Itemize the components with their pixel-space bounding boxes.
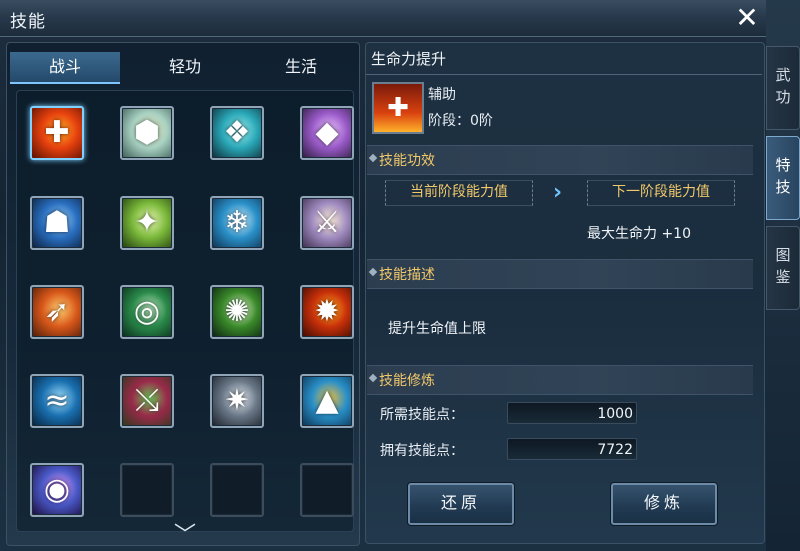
skill-slot[interactable]: ❖ xyxy=(210,106,264,160)
skill-window: 技能 ✕ 战斗 轻功 生活 ✚ ⬢ ❖ ◆ ☗ ✦ ❄ ⚔ ➶ ◎ ✺ ✹ ≈ ⤯ ✷ ▲ ◉ ﹀ 生命力提升 … xyxy=(0,0,800,551)
skill-slot[interactable]: ❄ xyxy=(210,196,264,250)
required-points-label: 所需技能点： xyxy=(380,407,464,423)
skill-slot[interactable]: ✷ xyxy=(210,374,264,428)
skill-slot[interactable]: ☗ xyxy=(30,196,84,250)
side-tab-char: 特 xyxy=(775,156,791,174)
skill-slot[interactable]: ✺ xyxy=(210,285,264,339)
skill-slot[interactable]: ◉ xyxy=(30,463,84,517)
tab-life[interactable]: 生活 xyxy=(246,52,356,82)
empty-skill-slot[interactable] xyxy=(210,463,264,517)
reset-button[interactable]: 还原 xyxy=(408,483,514,525)
section-training-header: 技能修炼 xyxy=(367,365,753,395)
diamond-icon xyxy=(368,373,378,383)
side-tab-char: 鉴 xyxy=(775,268,791,286)
tab-lightness[interactable]: 轻功 xyxy=(130,52,240,82)
owned-points-value: 7722 xyxy=(507,438,637,460)
golden-mountain-icon: ▲ xyxy=(315,383,339,418)
section-label: 技能描述 xyxy=(379,267,435,283)
category-tabs: 战斗 轻功 生活 xyxy=(10,52,356,84)
vitality-boost-icon: ✚ xyxy=(44,115,70,150)
ice-wing-icon: ❄ xyxy=(224,205,250,240)
stone-strike-icon: ✷ xyxy=(224,383,250,418)
window-title: 技能 xyxy=(10,12,46,32)
skill-type: 辅助 xyxy=(428,87,456,103)
skill-slot[interactable]: ✚ xyxy=(30,106,84,160)
side-tab-char: 武 xyxy=(775,66,791,84)
next-stage-label: 下一阶段能力值 xyxy=(587,180,735,206)
side-tab-special-skills[interactable]: 特 技 xyxy=(766,136,800,220)
side-tab-codex[interactable]: 图 鉴 xyxy=(766,226,800,310)
section-description-header: 技能描述 xyxy=(367,259,753,289)
diamond-icon xyxy=(368,153,378,163)
vitality-boost-icon: ✚ xyxy=(372,82,424,134)
skill-slot[interactable]: ➶ xyxy=(30,285,84,339)
skill-stage: 阶段：0阶 xyxy=(428,113,493,129)
train-button[interactable]: 修炼 xyxy=(611,483,717,525)
empty-skill-slot[interactable] xyxy=(300,463,354,517)
divider xyxy=(366,74,762,75)
skill-detail-panel xyxy=(365,42,765,544)
diamond-icon xyxy=(368,267,378,277)
skill-slot[interactable]: ✹ xyxy=(300,285,354,339)
crimson-slash-icon: ⤯ xyxy=(135,383,159,418)
skill-slot[interactable]: ✦ xyxy=(120,196,174,250)
green-ring-icon: ◎ xyxy=(133,294,161,329)
green-dagger-icon: ✦ xyxy=(134,205,160,240)
silver-blade-icon: ⚔ xyxy=(313,205,341,240)
title-bar[interactable]: 技能 ✕ xyxy=(0,0,766,37)
side-tab-char: 技 xyxy=(775,178,791,196)
side-tab-martial-arts[interactable]: 武 功 xyxy=(766,46,800,130)
ghost-aura-icon: ☗ xyxy=(43,205,71,240)
skill-slot[interactable]: ◆ xyxy=(300,106,354,160)
skill-slot[interactable]: ▲ xyxy=(300,374,354,428)
required-points-value: 1000 xyxy=(507,402,637,424)
section-label: 技能功效 xyxy=(379,153,435,169)
next-stage-value: 最大生命力 +10 xyxy=(587,226,691,242)
scroll-down-chevron-icon[interactable]: ﹀ xyxy=(166,525,204,547)
tab-combat[interactable]: 战斗 xyxy=(10,52,120,84)
purple-crystal-icon: ◆ xyxy=(315,115,339,150)
skill-slot[interactable]: ⤯ xyxy=(120,374,174,428)
section-label: 技能修炼 xyxy=(379,373,435,389)
skill-grid: ✚ ⬢ ❖ ◆ ☗ ✦ ❄ ⚔ ➶ ◎ ✺ ✹ ≈ ⤯ ✷ ▲ ◉ xyxy=(16,90,354,532)
flame-spear-icon: ➶ xyxy=(44,294,70,329)
skill-slot[interactable]: ◎ xyxy=(120,285,174,339)
side-tab-char: 图 xyxy=(775,246,791,264)
side-tab-char: 功 xyxy=(775,88,791,106)
skill-slot[interactable]: ⬢ xyxy=(120,106,174,160)
owned-points-label: 拥有技能点： xyxy=(380,443,464,459)
empty-skill-slot[interactable] xyxy=(120,463,174,517)
current-stage-label: 当前阶段能力值 xyxy=(385,180,533,206)
chevron-right-icon: › xyxy=(553,180,563,205)
turtle-shell-icon: ⬢ xyxy=(133,115,161,150)
skill-slot[interactable]: ≈ xyxy=(30,374,84,428)
skill-slot[interactable]: ⚔ xyxy=(300,196,354,250)
plus-icon: ✚ xyxy=(387,93,409,123)
close-icon[interactable]: ✕ xyxy=(732,4,762,34)
wave-crash-icon: ≈ xyxy=(44,383,70,418)
skill-name: 生命力提升 xyxy=(371,50,447,68)
blue-vortex-icon: ◉ xyxy=(43,472,71,507)
section-effect-header: 技能功效 xyxy=(367,145,753,175)
spirit-wolf-icon: ❖ xyxy=(223,115,251,150)
fire-burst-icon: ✹ xyxy=(314,294,340,329)
wind-swirl-icon: ✺ xyxy=(224,294,250,329)
skill-description: 提升生命值上限 xyxy=(388,321,486,337)
